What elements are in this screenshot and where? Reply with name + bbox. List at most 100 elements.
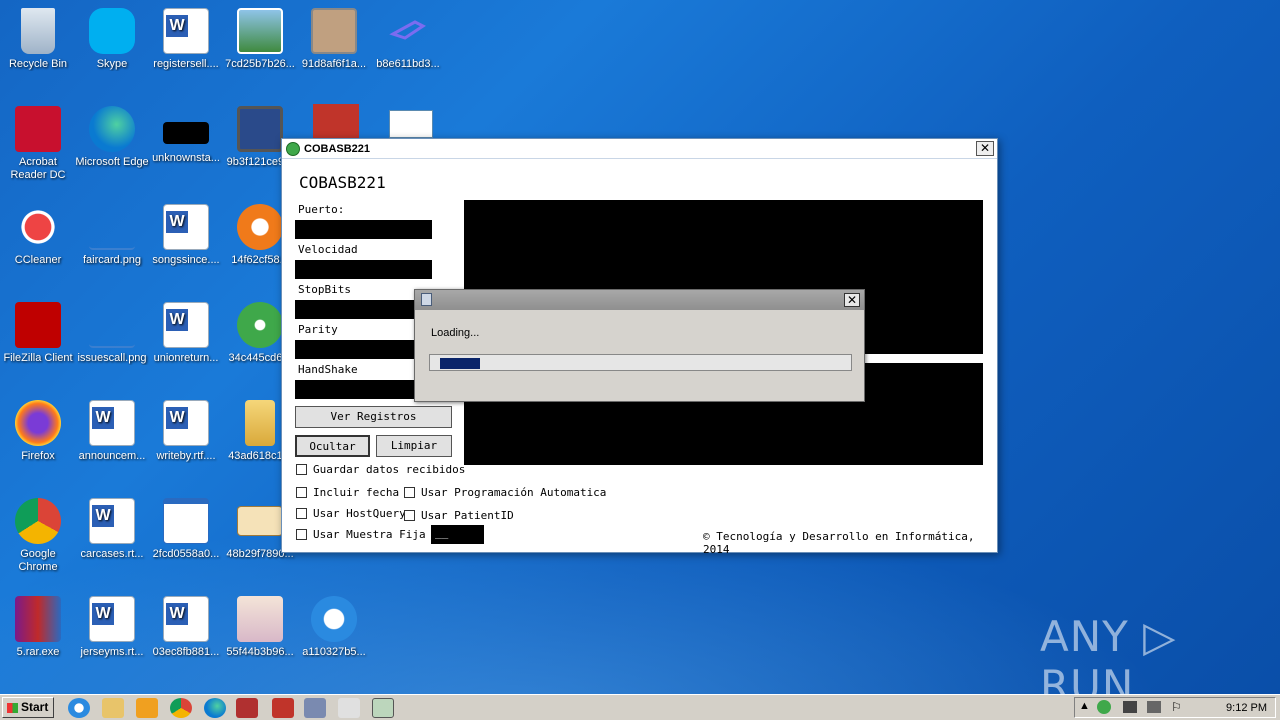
icon-label: CCleaner xyxy=(14,254,62,266)
green-radar-icon xyxy=(237,302,283,348)
loading-progress-bar xyxy=(429,354,852,371)
puerto-label: Puerto: xyxy=(298,203,345,216)
desktop-icon-03ec[interactable]: 03ec8fb881... xyxy=(148,592,224,682)
desktop-icon-edge[interactable]: Microsoft Edge xyxy=(74,102,150,192)
velocidad-field[interactable] xyxy=(295,260,432,279)
checkbox-box[interactable] xyxy=(296,464,307,475)
window-close-button[interactable]: ✕ xyxy=(976,141,994,156)
checkbox-box[interactable] xyxy=(404,510,415,521)
word-doc-icon xyxy=(163,400,209,446)
icon-label: 7cd25b7b26... xyxy=(225,58,295,70)
task-app-icon[interactable] xyxy=(236,698,258,718)
task-app-icon[interactable] xyxy=(272,698,294,718)
limpiar-button[interactable]: Limpiar xyxy=(376,435,452,457)
desktop-icon-a110[interactable]: a110327b5... xyxy=(296,592,372,682)
ver-registros-button[interactable]: Ver Registros xyxy=(295,406,452,428)
task-app-icon[interactable] xyxy=(338,698,360,718)
tray-network-icon[interactable] xyxy=(1123,701,1137,713)
copyright-text: © Tecnología y Desarrollo en Informática… xyxy=(703,530,975,556)
velocidad-label: Velocidad xyxy=(298,243,358,256)
desktop-icon-rar[interactable]: 5.rar.exe xyxy=(0,592,76,682)
icon-label: b8e611bd3... xyxy=(376,58,440,70)
handshake-field[interactable] xyxy=(295,380,432,399)
incluir-fecha-checkbox[interactable]: Incluir fecha xyxy=(296,486,399,499)
usar-programacion-label: Usar Programación Automatica xyxy=(421,486,607,499)
ocultar-button[interactable]: Ocultar xyxy=(295,435,370,457)
parity-field[interactable] xyxy=(295,340,432,359)
desktop-icon-ccleaner[interactable]: CCleaner xyxy=(0,200,76,290)
usar-programacion-checkbox[interactable]: Usar Programación Automatica xyxy=(404,486,606,499)
taskbar-clock[interactable]: 9:12 PM xyxy=(1226,702,1267,714)
icon-label: 03ec8fb881... xyxy=(152,646,220,658)
desktop-icon-registersell[interactable]: registersell.... xyxy=(148,4,224,94)
tray-flag-icon[interactable]: ⚐ xyxy=(1171,700,1182,714)
desktop-icon-7cd25[interactable]: 7cd25b7b26... xyxy=(222,4,298,94)
handshake-label: HandShake xyxy=(298,363,358,376)
plane-icon xyxy=(385,8,431,54)
stopbits-field[interactable] xyxy=(295,300,432,319)
desktop-icon-announcem[interactable]: announcem... xyxy=(74,396,150,486)
desktop-icon-songssince[interactable]: songssince.... xyxy=(148,200,224,290)
checkbox-box[interactable] xyxy=(296,487,307,498)
ie-taskbar-icon[interactable] xyxy=(68,698,90,718)
puerto-field[interactable] xyxy=(295,220,432,239)
desktop-icon-recycle-bin[interactable]: Recycle Bin xyxy=(0,4,76,94)
desktop-icon-partial-red xyxy=(313,104,359,138)
desktop-icon-b8e6[interactable]: b8e611bd3... xyxy=(370,4,446,94)
folder-icon xyxy=(245,400,275,446)
word-doc-icon xyxy=(163,204,209,250)
tray-expand-icon[interactable]: ▲ xyxy=(1079,700,1090,712)
info-monitor-icon xyxy=(237,106,283,152)
checkbox-box[interactable] xyxy=(296,529,307,540)
desktop-icon-skype[interactable]: Skype xyxy=(74,4,150,94)
dialog-close-button[interactable]: ✕ xyxy=(844,293,860,307)
desktop-icon-faircard[interactable]: faircard.png xyxy=(74,200,150,290)
desktop-icon-unionreturn[interactable]: unionreturn... xyxy=(148,298,224,388)
icon-label: unknownsta... xyxy=(152,152,220,164)
desktop-icon-filezilla[interactable]: FileZilla Client xyxy=(0,298,76,388)
usar-patientid-checkbox[interactable]: Usar PatientID xyxy=(404,509,514,522)
desktop-icon-jerseyms[interactable]: jerseyms.rt... xyxy=(74,592,150,682)
guardar-checkbox[interactable]: Guardar datos recibidos xyxy=(296,463,465,476)
icon-label: issuescall.png xyxy=(77,352,147,364)
explorer-taskbar-icon[interactable] xyxy=(102,698,124,718)
app-heading: COBASB221 xyxy=(299,173,386,192)
desktop-icon-firefox[interactable]: Firefox xyxy=(0,396,76,486)
icon-label: 5.rar.exe xyxy=(16,646,60,658)
media-player-taskbar-icon[interactable] xyxy=(136,698,158,718)
checkbox-box[interactable] xyxy=(404,487,415,498)
desktop-icon-issuescall[interactable]: issuescall.png xyxy=(74,298,150,388)
desktop-icon-chrome[interactable]: Google Chrome xyxy=(0,494,76,584)
checkbox-box[interactable] xyxy=(296,508,307,519)
desktop-icon-carcases[interactable]: carcases.rt... xyxy=(74,494,150,584)
icon-label: 55f44b3b96... xyxy=(226,646,294,658)
usar-muestra-checkbox[interactable]: Usar Muestra Fija xyxy=(296,528,426,541)
desktop-icon-55f4[interactable]: 55f44b3b96... xyxy=(222,592,298,682)
image-file-icon xyxy=(89,204,135,250)
desktop-icon-acrobat[interactable]: Acrobat Reader DC xyxy=(0,102,76,192)
desktop-icon-91d8[interactable]: 91d8af6f1a... xyxy=(296,4,372,94)
usar-muestra-label: Usar Muestra Fija xyxy=(313,528,426,541)
muestra-fija-field[interactable]: __ xyxy=(431,525,484,544)
icon-label: unionreturn... xyxy=(153,352,219,364)
window-titlebar[interactable]: COBASB221 xyxy=(282,139,997,159)
cobas-taskbar-button[interactable] xyxy=(372,698,394,718)
parity-label: Parity xyxy=(298,323,338,336)
taskbar: Start ▲ ⚐ 9:12 PM xyxy=(0,694,1280,720)
task-app-icon[interactable] xyxy=(304,698,326,718)
dialog-titlebar[interactable]: ✕ xyxy=(415,290,864,310)
desktop-icon-unknownsta[interactable]: unknownsta... xyxy=(148,102,224,192)
icon-label: Firefox xyxy=(21,450,55,462)
icon-label: faircard.png xyxy=(82,254,142,266)
usar-hostquery-checkbox[interactable]: Usar HostQuery xyxy=(296,507,406,520)
desktop-icon-2fcd[interactable]: 2fcd0558a0... xyxy=(148,494,224,584)
tray-monitor-icon[interactable] xyxy=(1147,701,1161,713)
tray-app-icon[interactable] xyxy=(1097,700,1111,714)
start-button[interactable]: Start xyxy=(2,697,54,718)
desktop-icon-writeby[interactable]: writeby.rtf.... xyxy=(148,396,224,486)
edge-taskbar-icon[interactable] xyxy=(204,698,226,718)
word-doc-icon xyxy=(163,596,209,642)
skype-icon xyxy=(89,8,135,54)
chrome-taskbar-icon[interactable] xyxy=(170,698,192,718)
icon-label: 91d8af6f1a... xyxy=(301,58,367,70)
